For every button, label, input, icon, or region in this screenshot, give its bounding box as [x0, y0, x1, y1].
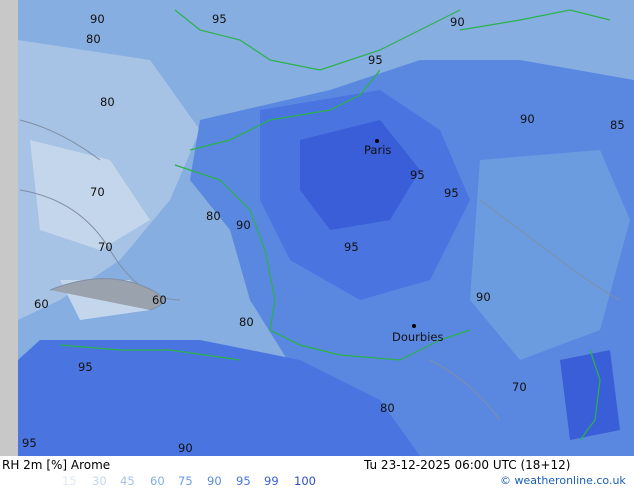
contour-label: 90: [178, 441, 193, 455]
contour-label: 95: [22, 436, 37, 450]
legend-value: 75: [178, 474, 193, 488]
legend-value: 15: [62, 474, 77, 488]
forecast-datetime: Tu 23-12-2025 06:00 UTC (18+12): [364, 458, 571, 472]
legend-value: 100: [294, 474, 316, 488]
contour-label: 80: [100, 95, 115, 109]
contour-label: 95: [410, 168, 425, 182]
legend-value: 95: [236, 474, 251, 488]
contour-label: 90: [236, 218, 251, 232]
contour-label: 80: [206, 209, 221, 223]
contour-label: 90: [520, 112, 535, 126]
contour-label: 90: [476, 290, 491, 304]
city-label-dourbies: Dourbies: [392, 330, 444, 344]
legend-value: 60: [150, 474, 165, 488]
contour-label: 90: [450, 15, 465, 29]
contour-label: 80: [239, 315, 254, 329]
contour-label: 85: [610, 118, 625, 132]
legend-value: 99: [264, 474, 279, 488]
contour-label: 70: [90, 185, 105, 199]
contour-label: 80: [380, 401, 395, 415]
contour-label: 90: [90, 12, 105, 26]
contour-label: 95: [344, 240, 359, 254]
contour-label: 70: [98, 240, 113, 254]
contour-label: 60: [152, 293, 167, 307]
credit-link[interactable]: © weatheronline.co.uk: [500, 474, 626, 487]
city-label-paris: Paris: [364, 143, 392, 157]
contour-label: 60: [34, 297, 49, 311]
relative-humidity-map: [0, 0, 634, 456]
legend-value: 30: [92, 474, 107, 488]
legend-value: 45: [120, 474, 135, 488]
contour-label: 95: [444, 186, 459, 200]
contour-label: 95: [368, 53, 383, 67]
contour-label: 80: [86, 32, 101, 46]
legend-value: 90: [207, 474, 222, 488]
contour-label: 95: [78, 360, 93, 374]
contour-label: 70: [512, 380, 527, 394]
map-title: RH 2m [%] Arome: [2, 458, 111, 472]
contour-label: 95: [212, 12, 227, 26]
